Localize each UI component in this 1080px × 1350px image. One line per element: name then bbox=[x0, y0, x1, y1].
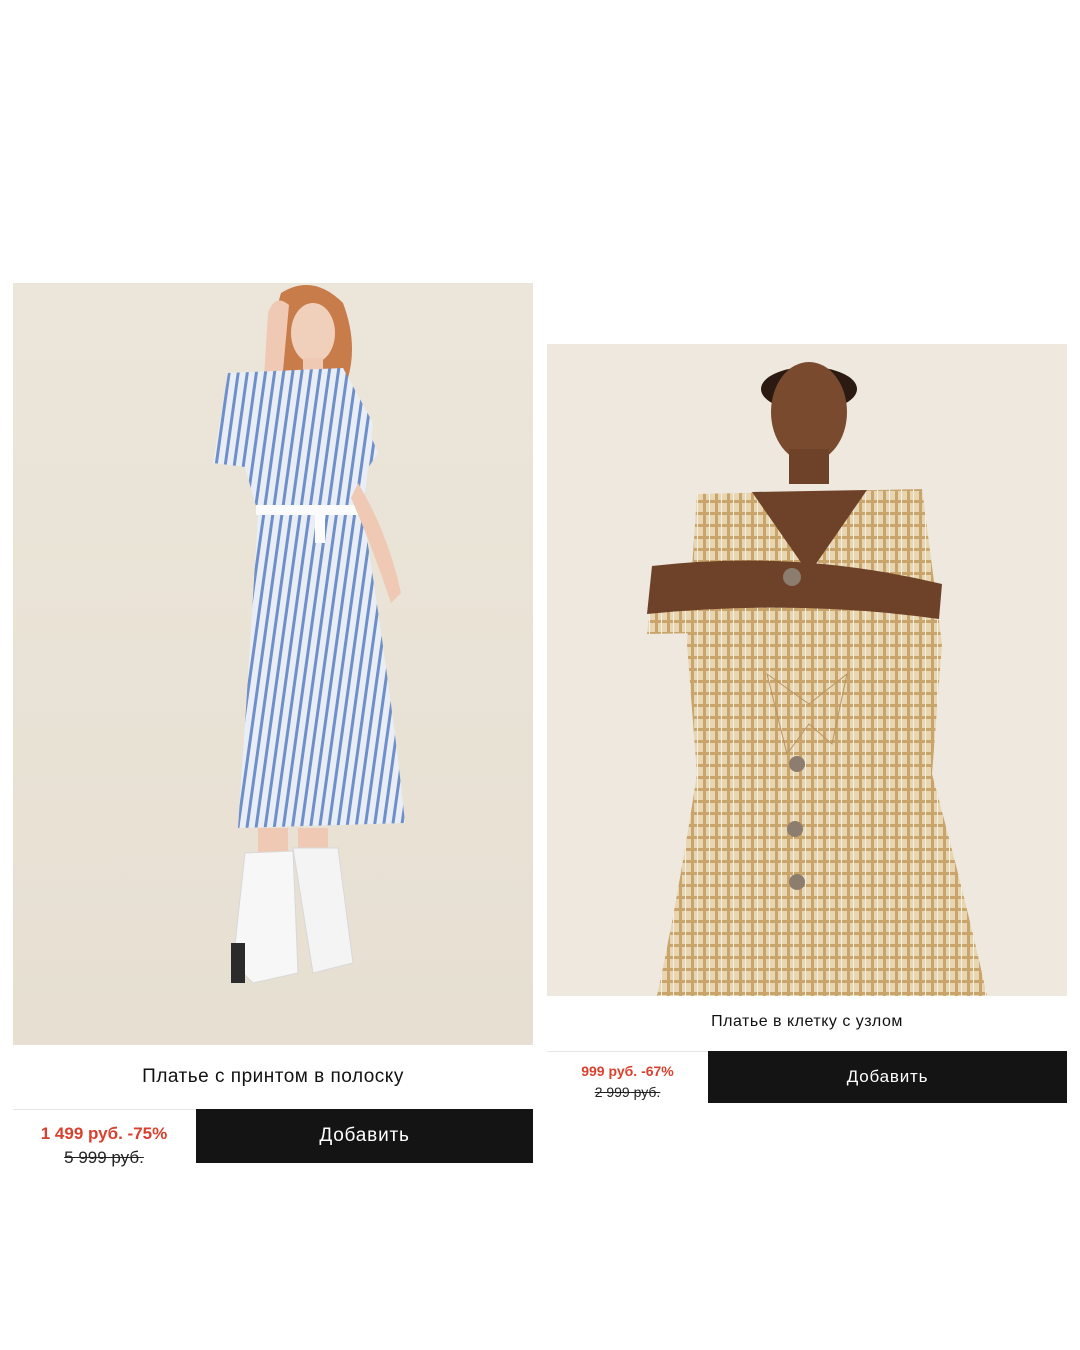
sale-price: 999 руб. -67% bbox=[581, 1063, 674, 1079]
product-photo-striped-dress[interactable] bbox=[13, 283, 533, 1045]
add-to-cart-button[interactable]: Добавить bbox=[196, 1109, 533, 1163]
product-photo-checked-dress[interactable] bbox=[547, 344, 1067, 996]
price-box: 1 499 руб. -75% 5 999 руб. bbox=[24, 1122, 184, 1170]
old-price: 2 999 руб. bbox=[594, 1084, 661, 1100]
product-title[interactable]: Платье с принтом в полоску bbox=[13, 1066, 533, 1088]
sale-price: 1 499 руб. -75% bbox=[40, 1124, 168, 1143]
old-price: 5 999 руб. bbox=[64, 1148, 144, 1167]
model-illustration-striped bbox=[13, 283, 533, 1045]
model-illustration-checked bbox=[547, 344, 1067, 996]
product-title[interactable]: Платье в клетку с узлом bbox=[547, 1013, 1067, 1031]
price-box: 999 руб. -67% 2 999 руб. bbox=[560, 1061, 695, 1103]
add-to-cart-button[interactable]: Добавить bbox=[708, 1051, 1067, 1103]
